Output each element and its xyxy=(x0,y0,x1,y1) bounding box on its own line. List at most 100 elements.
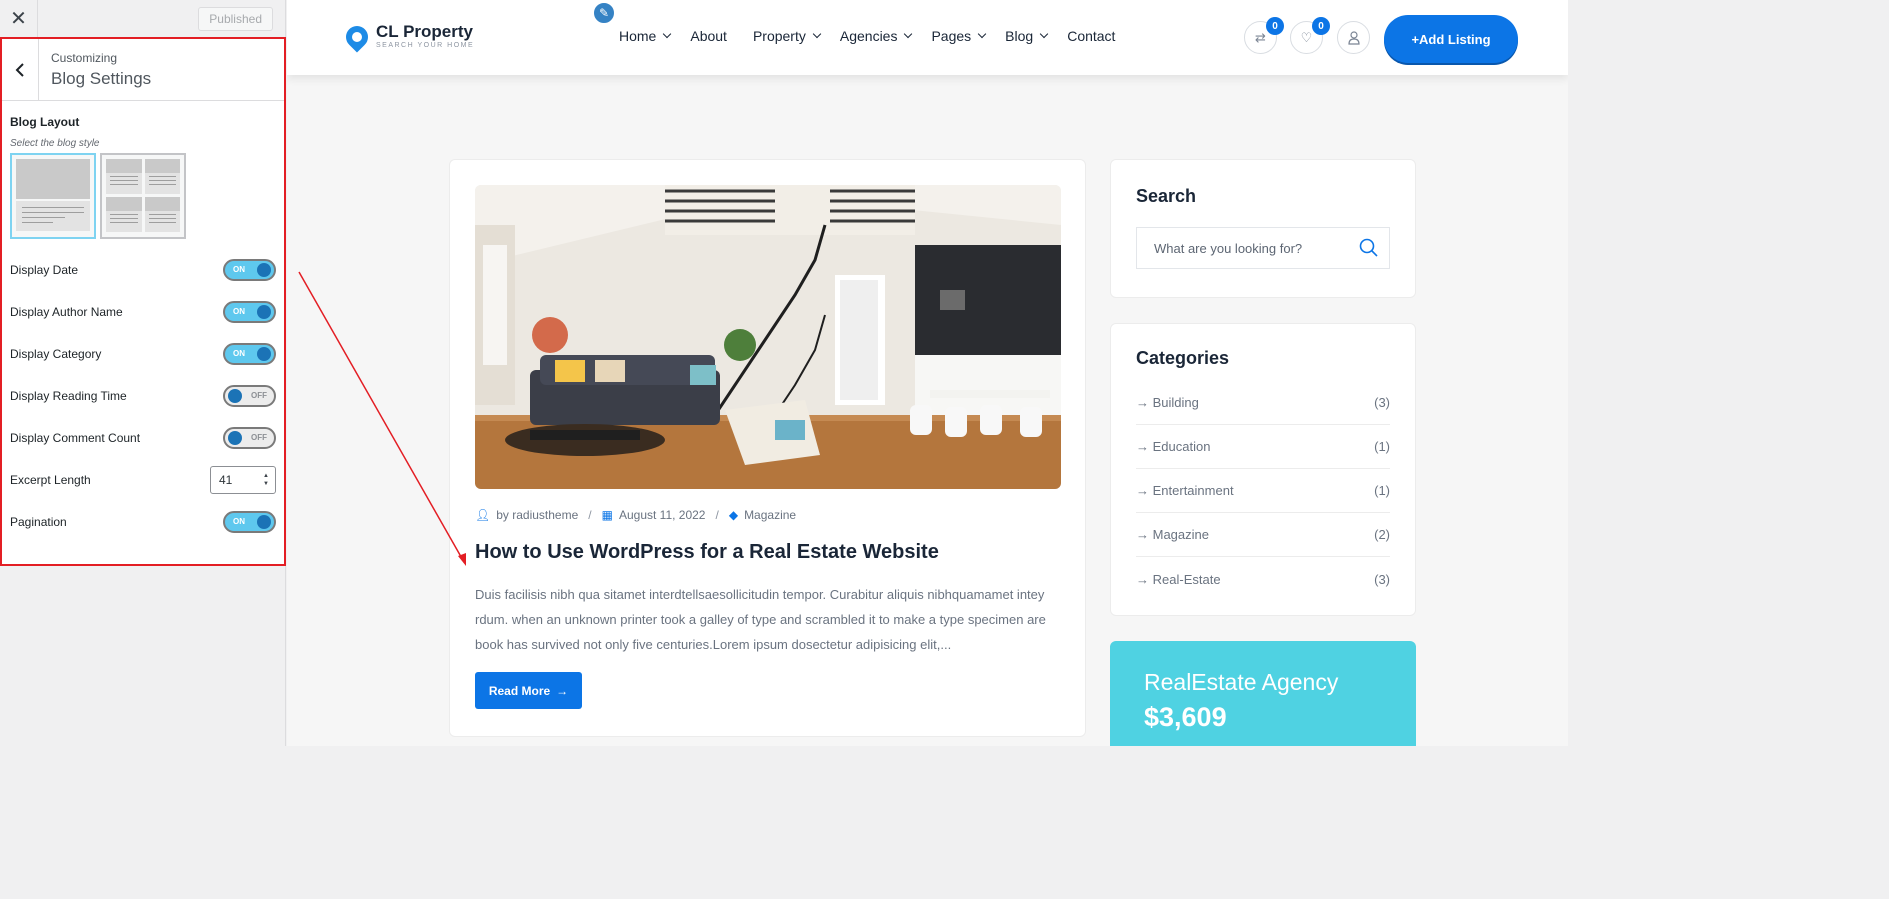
main-nav: Home About Property Agencies Pages Blog … xyxy=(619,28,1135,44)
add-listing-button[interactable]: +Add Listing xyxy=(1384,15,1518,63)
arrow-right-icon: → xyxy=(556,683,569,698)
layout-option-grid[interactable] xyxy=(100,153,186,239)
panel-title: Blog Settings xyxy=(51,69,152,88)
nav-about[interactable]: About xyxy=(690,28,727,44)
search-icon[interactable] xyxy=(1359,238,1379,258)
arrow-right-icon: → xyxy=(1136,527,1149,542)
wishlist-count-badge: 0 xyxy=(1312,17,1330,35)
excerpt-value: 41 xyxy=(219,473,233,487)
blog-layout-description: Select the blog style xyxy=(10,138,100,149)
compare-arrows-icon: ⇄ xyxy=(1255,29,1266,45)
back-button[interactable] xyxy=(2,39,39,100)
chevron-down-icon xyxy=(663,29,672,39)
chevron-down-icon xyxy=(1039,29,1049,39)
agency-name: RealEstate Agency xyxy=(1144,669,1339,695)
setting-pagination: Pagination ON xyxy=(10,501,276,543)
nav-agencies[interactable]: Agencies xyxy=(840,28,913,44)
setting-display-comment-count: Display Comment Count OFF xyxy=(10,417,276,459)
user-icon xyxy=(1347,30,1360,45)
customizer-topbar: ✕ Published xyxy=(0,0,285,38)
arrow-right-icon: → xyxy=(1136,439,1149,454)
customizer-sidebar: ✕ Published Customizing Blog Settings Bl… xyxy=(0,0,286,746)
account-button[interactable] xyxy=(1337,21,1370,54)
setting-label: Display Category xyxy=(10,347,102,361)
category-item[interactable]: → Magazine (2) xyxy=(1136,513,1390,557)
display-comment-count-toggle[interactable]: OFF xyxy=(223,427,276,449)
nav-contact[interactable]: Contact xyxy=(1067,28,1115,44)
search-widget-title: Search xyxy=(1136,186,1197,206)
site-preview: CL Property SEARCH YOUR HOME ✎ Home Abou… xyxy=(287,0,1568,746)
tag-icon: ◆ xyxy=(728,508,739,522)
wishlist-button[interactable]: ♡ 0 xyxy=(1290,17,1330,54)
nav-home[interactable]: Home xyxy=(619,28,672,44)
blog-layout-label: Blog Layout xyxy=(10,115,80,129)
setting-label: Display Date xyxy=(10,263,79,277)
compare-button[interactable]: ⇄ 0 xyxy=(1244,17,1284,54)
compare-count-badge: 0 xyxy=(1266,17,1284,35)
read-more-button[interactable]: Read More → xyxy=(475,672,582,709)
interior-photo xyxy=(475,185,1061,489)
post-featured-image[interactable] xyxy=(475,185,1061,489)
close-icon[interactable]: ✕ xyxy=(0,0,38,38)
panel-titles: Customizing Blog Settings xyxy=(39,39,163,100)
user-icon: 👤︎ xyxy=(475,508,491,522)
category-item[interactable]: → Building (3) xyxy=(1136,381,1390,425)
panel-body: Blog Layout Select the blog style Displa… xyxy=(2,101,284,543)
search-input[interactable]: What are you looking for? xyxy=(1136,227,1390,269)
pagination-toggle[interactable]: ON xyxy=(223,511,276,533)
blog-settings-panel: Customizing Blog Settings Blog Layout Se… xyxy=(0,37,286,566)
setting-label: Display Reading Time xyxy=(10,389,127,403)
layout-option-single[interactable] xyxy=(10,153,96,239)
post-author[interactable]: by radiustheme xyxy=(496,508,578,522)
logo-name: CL Property xyxy=(376,22,473,41)
chevron-down-icon xyxy=(904,29,913,39)
blog-post-card: 👤︎ by radiustheme / ▦ August 11, 2022 / … xyxy=(449,159,1086,737)
setting-display-reading-time: Display Reading Time OFF xyxy=(10,375,276,417)
display-reading-time-toggle[interactable]: OFF xyxy=(223,385,276,407)
category-item[interactable]: → Real-Estate (3) xyxy=(1136,557,1390,601)
display-author-toggle[interactable]: ON xyxy=(223,301,276,323)
chevron-down-icon xyxy=(812,29,822,39)
agency-price: $3,609 xyxy=(1144,702,1227,732)
setting-display-date: Display Date ON xyxy=(10,249,276,291)
setting-display-category: Display Category ON xyxy=(10,333,276,375)
post-category[interactable]: Magazine xyxy=(744,508,796,522)
published-button[interactable]: Published xyxy=(198,6,273,31)
post-date: August 11, 2022 xyxy=(618,508,706,522)
display-category-toggle[interactable]: ON xyxy=(223,343,276,365)
blog-layout-options xyxy=(10,153,276,239)
category-item[interactable]: → Education (1) xyxy=(1136,425,1390,469)
excerpt-length-input[interactable]: 41 ▲ ▼ xyxy=(210,466,276,494)
spinner-arrows-icon[interactable]: ▲ ▼ xyxy=(263,472,269,488)
agency-widget[interactable]: RealEstate Agency $3,609 xyxy=(1110,641,1416,746)
post-excerpt: Duis facilisis nibh qua sitamet interdte… xyxy=(475,587,1046,652)
setting-label: Display Author Name xyxy=(10,305,123,319)
site-logo[interactable]: CL Property SEARCH YOUR HOME xyxy=(341,20,475,53)
site-header: CL Property SEARCH YOUR HOME ✎ Home Abou… xyxy=(287,0,1568,75)
post-title[interactable]: How to Use WordPress for a Real Estate W… xyxy=(475,541,939,564)
categories-widget: Categories → Building (3) → Education (1) … xyxy=(1110,323,1416,616)
pencil-icon[interactable]: ✎ xyxy=(592,1,616,25)
arrow-right-icon: → xyxy=(1136,483,1149,498)
category-item[interactable]: → Entertainment (1) xyxy=(1136,469,1390,513)
nav-blog[interactable]: Blog xyxy=(1005,28,1049,44)
setting-excerpt-length: Excerpt Length 41 ▲ ▼ xyxy=(10,459,276,501)
heart-icon: ♡ xyxy=(1300,29,1313,45)
chevron-down-icon xyxy=(977,29,987,39)
setting-label: Display Comment Count xyxy=(10,431,141,445)
panel-header: Customizing Blog Settings xyxy=(2,39,284,101)
nav-pages[interactable]: Pages xyxy=(931,28,987,44)
logo-tagline: SEARCH YOUR HOME xyxy=(376,42,475,49)
calendar-icon: ▦ xyxy=(601,508,613,522)
arrow-right-icon: → xyxy=(1136,395,1149,410)
nav-property[interactable]: Property xyxy=(753,28,822,44)
post-meta: 👤︎ by radiustheme / ▦ August 11, 2022 / … xyxy=(475,508,797,522)
arrow-right-icon: → xyxy=(1136,571,1149,587)
display-date-toggle[interactable]: ON xyxy=(223,259,276,281)
breadcrumb: Customizing xyxy=(51,51,118,65)
setting-label: Pagination xyxy=(10,515,67,529)
search-widget: Search What are you looking for? xyxy=(1110,159,1416,298)
categories-widget-title: Categories xyxy=(1136,348,1230,368)
location-pin-icon xyxy=(341,20,373,53)
chevron-left-icon xyxy=(15,62,24,77)
